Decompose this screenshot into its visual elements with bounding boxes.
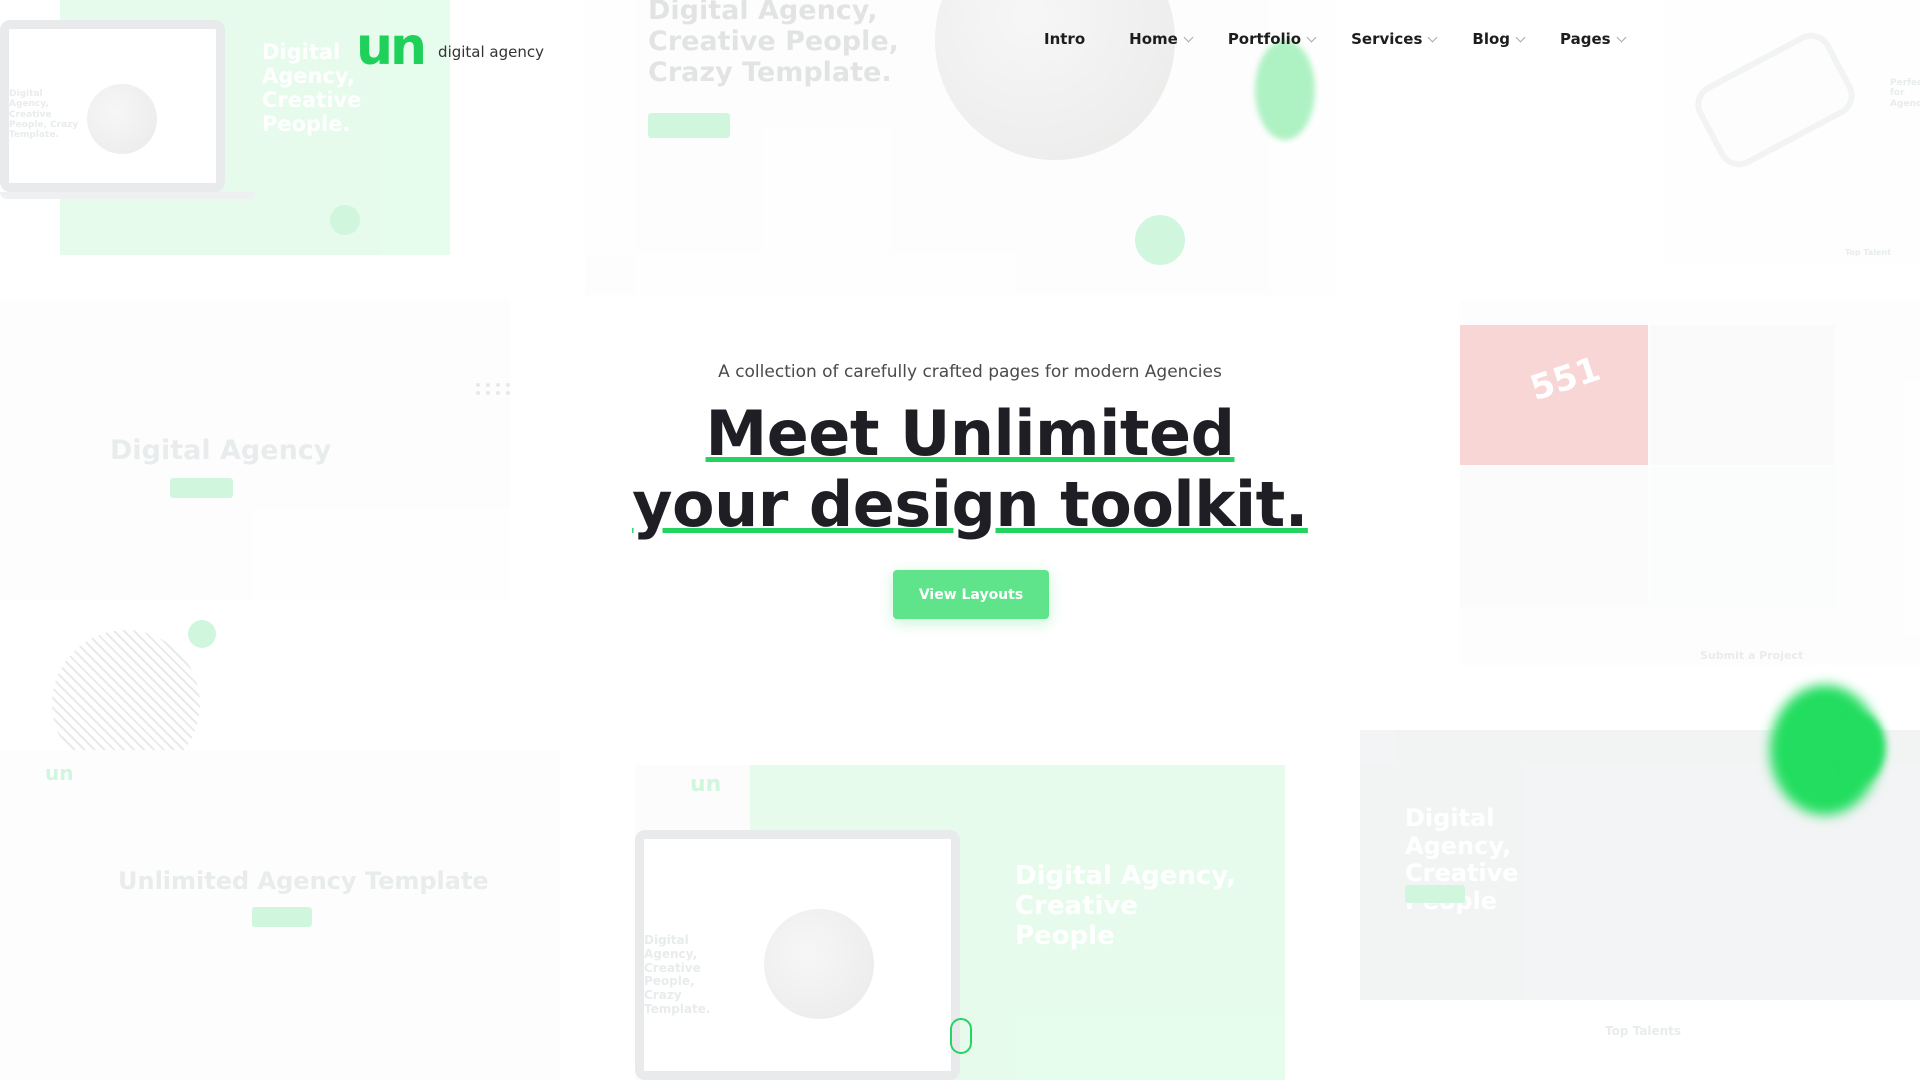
preview-title: Digital Agency, Creative People, Crazy T… <box>648 0 899 89</box>
nav-label: Home <box>1129 30 1178 48</box>
nav-label: Intro <box>1044 30 1086 48</box>
brand-logo[interactable]: un digital agency <box>356 17 545 77</box>
preview-title: Digital Agency, Creative People <box>1405 804 1519 915</box>
scroll-down-icon[interactable] <box>950 1018 972 1054</box>
laptop-text: Digital Agency, Creative People, Crazy T… <box>644 933 711 1016</box>
headline-text: Meet Unlimited <box>705 397 1235 470</box>
nav-label: Portfolio <box>1227 30 1302 48</box>
headline-line: your design toolkit. <box>0 469 1920 540</box>
green-dot <box>1135 215 1185 265</box>
nav-item-home[interactable]: Home <box>1129 30 1194 48</box>
preview-button <box>252 907 312 927</box>
preview-footer: Submit a Project <box>1700 649 1804 662</box>
photo-circle <box>764 909 874 1019</box>
headline-line: Meet Unlimited <box>0 398 1920 469</box>
preview-button <box>1405 885 1465 903</box>
nav-label: Pages <box>1560 30 1611 48</box>
preview-bottom-center <box>750 765 1285 1080</box>
chevron-down-icon <box>1183 32 1194 42</box>
nav-item-blog[interactable]: Blog <box>1472 30 1526 48</box>
nav-item-intro[interactable]: Intro <box>1044 30 1085 48</box>
hero-tagline: A collection of carefully crafted pages … <box>718 362 1222 382</box>
preview-title: Unlimited Agency Template <box>118 867 489 895</box>
nav-item-pages[interactable]: Pages <box>1560 30 1627 48</box>
nav-item-services[interactable]: Services <box>1351 30 1438 48</box>
preview-title: Perfect for Agencies <box>1890 78 1920 109</box>
photo-circle <box>87 84 157 154</box>
chevron-down-icon <box>1306 32 1317 42</box>
preview-logo: un <box>690 772 722 797</box>
dots-pattern <box>476 383 512 395</box>
green-blob <box>1255 40 1315 140</box>
preview-footer: Top Talent <box>1845 248 1891 257</box>
nav-label: Blog <box>1472 30 1511 48</box>
laptop-mockup: Digital Agency, Creative People, Crazy T… <box>635 830 960 1080</box>
nav-label: Services <box>1351 30 1423 48</box>
main-nav: Intro Home Portfolio Services Blog Pages <box>1044 30 1661 48</box>
logo-subtitle: digital agency <box>438 43 545 61</box>
preview-bottom-center-side <box>635 765 750 1080</box>
green-blob <box>1840 715 1885 780</box>
preview-footer: Top Talents <box>1605 1024 1682 1038</box>
laptop-mockup: Digital Agency, Creative People, Crazy T… <box>0 20 225 192</box>
photo-circle <box>935 0 1175 160</box>
phone-mockup <box>1687 25 1863 175</box>
preview-logo: un <box>45 761 74 785</box>
chevron-down-icon <box>1515 32 1526 42</box>
laptop-base <box>0 192 255 199</box>
green-dot <box>330 205 360 235</box>
nav-item-portfolio[interactable]: Portfolio <box>1227 30 1317 48</box>
laptop-text: Digital Agency, Creative People, Crazy T… <box>9 89 79 141</box>
preview-title: Digital Agency, Creative People <box>1015 861 1237 951</box>
chevron-down-icon <box>1427 32 1438 42</box>
preview-button <box>648 113 730 138</box>
preview-bottom-left <box>0 750 560 1080</box>
green-dot <box>188 620 216 648</box>
chevron-down-icon <box>1616 32 1627 42</box>
logo-mark: un <box>356 17 427 77</box>
view-layouts-button[interactable]: View Layouts <box>893 570 1049 619</box>
preview-top-right <box>1665 0 1920 265</box>
hero-headline: Meet Unlimited your design toolkit. <box>0 398 1920 540</box>
headline-text: your design toolkit. <box>632 468 1308 541</box>
striped-circle <box>52 630 200 778</box>
